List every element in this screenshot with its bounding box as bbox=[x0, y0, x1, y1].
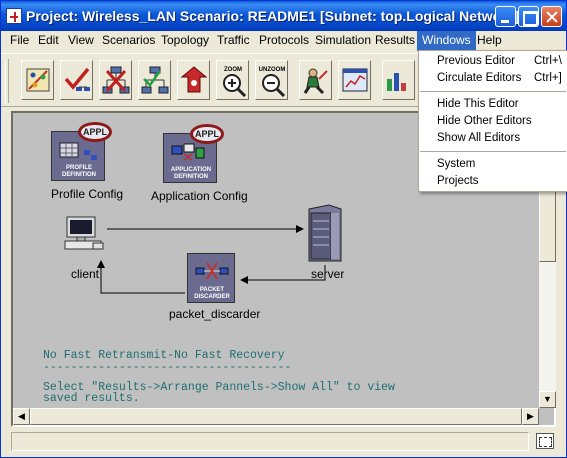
status-message-field bbox=[11, 432, 529, 451]
menu-bar: File Edit View Scenarios Topology Traffi… bbox=[1, 31, 566, 51]
return-parent-button[interactable] bbox=[177, 60, 210, 100]
menu-item-projects[interactable]: Projects bbox=[420, 173, 566, 190]
menu-file[interactable]: File bbox=[5, 31, 34, 51]
circulate-editors-shortcut: Ctrl+] bbox=[534, 72, 562, 84]
projects-label: Projects bbox=[437, 175, 479, 187]
fail-node-button[interactable] bbox=[99, 60, 132, 100]
application-apps-icon bbox=[171, 143, 205, 161]
menu-edit[interactable]: Edit bbox=[33, 31, 64, 51]
status-bar bbox=[11, 432, 556, 452]
console-line-4: saved results. bbox=[43, 392, 140, 405]
view-results-button[interactable] bbox=[338, 60, 371, 100]
previous-editor-shortcut: Ctrl+\ bbox=[534, 55, 562, 67]
horizontal-scrollbar[interactable]: ◀ ▶ bbox=[13, 408, 539, 425]
configure-simulation-button[interactable] bbox=[299, 60, 332, 100]
window-title: Project: Wireless_LAN Scenario: README1 … bbox=[26, 8, 520, 24]
console-line-2: ------------------------------------ bbox=[43, 361, 292, 374]
zoom-in-icon: ZOOM bbox=[223, 67, 247, 97]
check-links-button[interactable] bbox=[60, 60, 93, 100]
packet-discarder-caption: PACKET DISCARDER bbox=[194, 287, 230, 300]
client-node[interactable]: client bbox=[63, 215, 109, 281]
menu-topology[interactable]: Topology bbox=[156, 31, 214, 51]
hide-show-graphs-icon bbox=[387, 73, 406, 91]
application-config-label: Application Config bbox=[151, 189, 248, 203]
app-icon[interactable] bbox=[6, 8, 22, 24]
server-node[interactable]: server bbox=[305, 203, 345, 281]
profile-config-label: Profile Config bbox=[51, 187, 124, 201]
menu-item-hide-this-editor[interactable]: Hide This Editor bbox=[420, 96, 566, 113]
menu-protocols[interactable]: Protocols bbox=[254, 31, 314, 51]
windows-menu-dropdown: Previous Editor Ctrl+\ Circulate Editors… bbox=[418, 50, 567, 192]
workstation-icon bbox=[64, 216, 104, 250]
zoom-label: ZOOM bbox=[224, 67, 242, 73]
zoom-in-button[interactable]: ZOOM bbox=[216, 60, 249, 100]
menu-windows[interactable]: Windows bbox=[417, 31, 476, 51]
zoom-out-button[interactable]: UNZOOM bbox=[255, 60, 288, 100]
open-palette-button[interactable] bbox=[21, 60, 54, 100]
profile-grid-icon bbox=[59, 142, 97, 160]
horizontal-scroll-thumb[interactable] bbox=[30, 408, 522, 425]
return-parent-icon bbox=[180, 66, 208, 93]
zoom-out-icon: UNZOOM bbox=[259, 67, 286, 97]
scroll-down-button[interactable]: ▼ bbox=[539, 391, 556, 408]
menu-item-circulate-editors[interactable]: Circulate Editors Ctrl+] bbox=[420, 70, 566, 87]
close-button[interactable] bbox=[541, 6, 562, 27]
toolbar-grip[interactable] bbox=[5, 59, 9, 103]
maximize-button[interactable] bbox=[518, 6, 539, 27]
server-icon bbox=[308, 204, 342, 262]
app-window: Project: Wireless_LAN Scenario: README1 … bbox=[0, 0, 567, 458]
profile-definition-caption: PROFILE DEFINITION bbox=[62, 165, 96, 178]
recover-node-icon bbox=[141, 66, 169, 94]
system-label: System bbox=[437, 158, 476, 170]
menu-help[interactable]: Help bbox=[472, 31, 507, 51]
recover-node-button[interactable] bbox=[138, 60, 171, 100]
menu-separator bbox=[420, 91, 566, 92]
hide-show-graphs-button[interactable] bbox=[382, 60, 415, 100]
message-log-icon[interactable] bbox=[536, 433, 554, 449]
menu-item-system[interactable]: System bbox=[420, 156, 566, 173]
menu-item-hide-other-editors[interactable]: Hide Other Editors bbox=[420, 113, 566, 130]
menu-item-previous-editor[interactable]: Previous Editor Ctrl+\ bbox=[420, 53, 566, 70]
menu-simulation[interactable]: Simulation bbox=[310, 31, 376, 51]
appl-badge: APPL bbox=[78, 122, 112, 142]
show-all-editors-label: Show All Editors bbox=[437, 132, 521, 144]
title-bar[interactable]: Project: Wireless_LAN Scenario: README1 … bbox=[1, 1, 566, 31]
menu-scenarios[interactable]: Scenarios bbox=[97, 31, 160, 51]
scroll-left-button[interactable]: ◀ bbox=[13, 408, 30, 425]
packet-discarder-label: packet_discarder bbox=[169, 307, 261, 321]
menu-separator bbox=[420, 151, 566, 152]
scroll-right-button[interactable]: ▶ bbox=[522, 408, 539, 425]
open-palette-icon bbox=[26, 68, 50, 92]
menu-traffic[interactable]: Traffic bbox=[212, 31, 255, 51]
discarder-client-link[interactable] bbox=[97, 260, 185, 294]
view-results-icon bbox=[342, 68, 368, 92]
hide-other-editors-label: Hide Other Editors bbox=[437, 115, 532, 127]
menu-results[interactable]: Results bbox=[370, 31, 420, 51]
server-label: server bbox=[311, 267, 345, 281]
previous-editor-label: Previous Editor bbox=[437, 55, 515, 67]
menu-view[interactable]: View bbox=[63, 31, 99, 51]
check-links-icon bbox=[64, 67, 90, 91]
application-definition-icon: APPL APPLICATION DEFINITION bbox=[163, 124, 224, 183]
fail-node-icon bbox=[102, 66, 130, 94]
profile-definition-icon: APPL PROFILE DEFINITION bbox=[51, 122, 112, 181]
configure-simulation-icon bbox=[303, 68, 328, 95]
unzoom-label: UNZOOM bbox=[259, 67, 286, 73]
minimize-button[interactable] bbox=[495, 6, 516, 27]
client-label: client bbox=[71, 267, 100, 281]
application-definition-caption: APPLICATION DEFINITION bbox=[170, 167, 212, 180]
menu-item-show-all-editors[interactable]: Show All Editors bbox=[420, 130, 566, 147]
packet-discarder-icon: PACKET DISCARDER bbox=[187, 253, 235, 303]
circulate-editors-label: Circulate Editors bbox=[437, 72, 522, 84]
discard-network-icon bbox=[195, 262, 229, 280]
hide-this-editor-label: Hide This Editor bbox=[437, 98, 519, 110]
